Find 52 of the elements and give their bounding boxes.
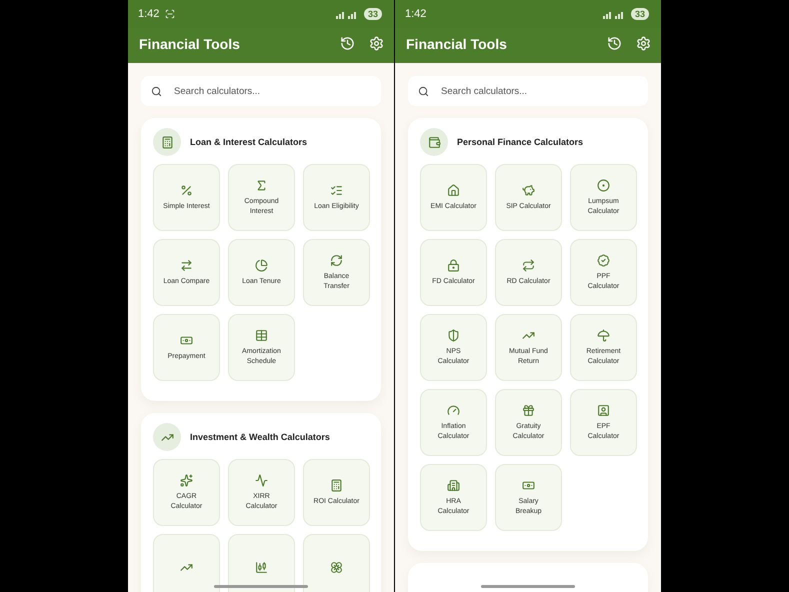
arrows-icon [180, 258, 193, 272]
flower-icon [330, 561, 343, 574]
piggy-bank-icon [522, 184, 535, 197]
search-field[interactable]: Search calculators... [141, 76, 381, 106]
banknote-icon [522, 479, 535, 492]
lock-icon [447, 258, 460, 272]
search-field[interactable]: Search calculators... [408, 76, 648, 106]
sigma-icon [255, 179, 268, 192]
sparkles-icon [180, 474, 193, 488]
battery-level: 33 [364, 8, 382, 20]
search-icon [151, 86, 162, 96]
calculator-icon [330, 478, 343, 492]
home-icon [447, 184, 460, 197]
id-card-icon [597, 404, 610, 418]
shield-icon [447, 329, 460, 342]
battery-level: 33 [630, 8, 649, 20]
category-title: Personal Finance Calculators [457, 137, 584, 147]
search-icon [418, 86, 429, 96]
calculator-icon [160, 136, 174, 148]
banknote-icon [180, 334, 193, 347]
app-title: Financial Tools [139, 36, 241, 52]
gift-icon [522, 404, 535, 418]
table-icon [255, 329, 268, 342]
signal-icon [336, 10, 358, 18]
history-icon[interactable] [340, 36, 355, 51]
pie-chart-icon [255, 258, 268, 272]
category-title: Loan & Interest Calculators [190, 137, 308, 147]
zigzag-line-icon [255, 474, 268, 488]
history-icon[interactable] [607, 36, 622, 51]
circle-icon [597, 179, 610, 192]
refresh-icon [330, 254, 343, 268]
calculator-tile[interactable] [228, 534, 295, 592]
building-icon [447, 479, 460, 492]
search-input[interactable]: Search calculators... [172, 84, 371, 98]
app-title: Financial Tools [406, 36, 508, 52]
wallet-icon [428, 136, 440, 148]
calculator-tile[interactable] [153, 534, 220, 592]
status-time: 1:42 [405, 8, 426, 20]
settings-icon[interactable] [369, 36, 384, 51]
signal-icon [602, 10, 625, 18]
settings-icon[interactable] [636, 36, 651, 51]
status-time: 1:42 [138, 8, 160, 20]
umbrella-icon [597, 329, 610, 342]
gauge-icon [447, 404, 460, 418]
repeat-icon [522, 258, 535, 272]
category-title: Investment & Wealth Calculators [190, 432, 330, 442]
candlestick-icon [255, 561, 268, 574]
search-input[interactable]: Search calculators... [439, 84, 638, 98]
badge-check-icon [597, 254, 610, 268]
calculator-tile[interactable] [303, 534, 370, 592]
percent-icon [180, 184, 193, 197]
checklist-icon [330, 184, 343, 197]
